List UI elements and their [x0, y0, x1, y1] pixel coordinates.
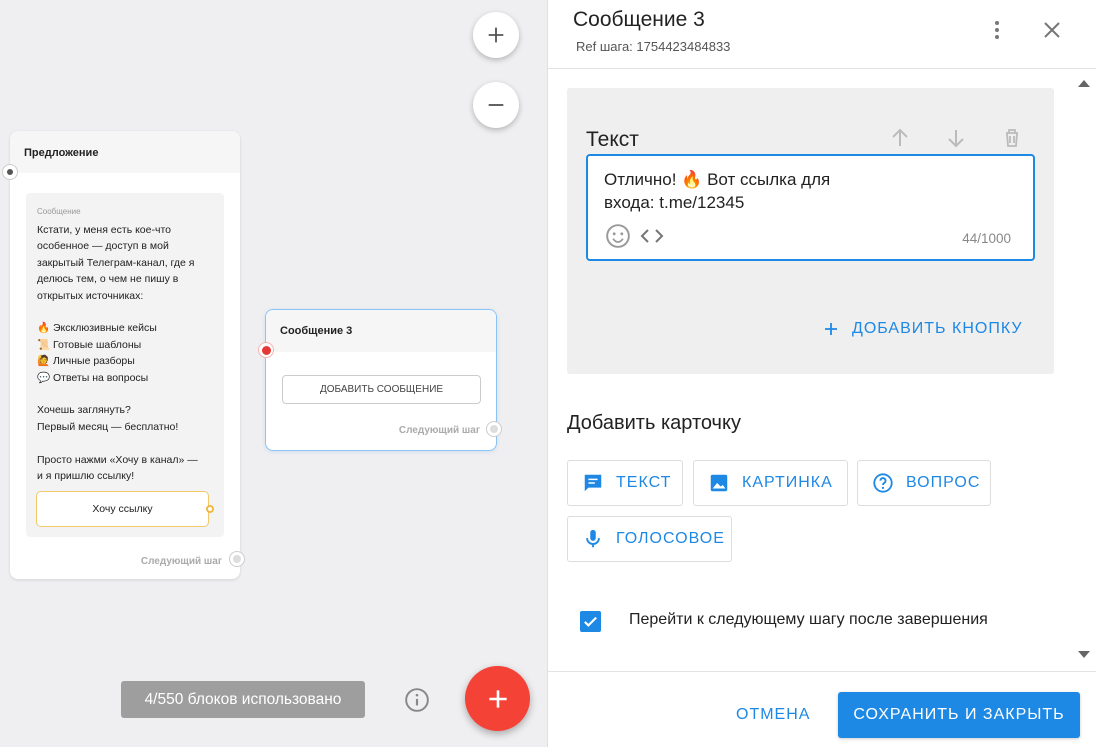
panel-header: Сообщение 3 Ref шага: 1754423484833 [548, 0, 1096, 69]
code-icon[interactable] [640, 225, 664, 247]
add-voice-card-label: ГОЛОСОВОЕ [616, 530, 725, 547]
offer-message-text: Кстати, у меня есть кое-что особенное — … [37, 224, 198, 483]
close-icon[interactable] [1040, 18, 1064, 42]
cancel-button[interactable]: ОТМЕНА [736, 706, 810, 724]
offer-node-title: Предложение [10, 131, 240, 173]
mic-icon [586, 529, 600, 548]
question-icon [873, 473, 893, 493]
plus-icon [825, 323, 837, 335]
offer-node[interactable]: Предложение Сообщение Кстати, у меня ест… [10, 131, 240, 579]
delete-icon[interactable] [1000, 126, 1024, 150]
message3-node[interactable]: Сообщение 3 ДОБАВИТЬ СООБЩЕНИЕ Следующий… [265, 309, 497, 451]
offer-input-connector[interactable] [2, 164, 18, 180]
zoom-out-icon [488, 104, 504, 106]
message3-input-error-connector[interactable] [258, 342, 274, 358]
offer-link-button[interactable]: Хочу ссылку [36, 491, 214, 527]
go-next-checkbox[interactable] [580, 611, 601, 632]
add-block-button[interactable] [465, 666, 530, 731]
add-question-card-label: ВОПРОС [906, 474, 981, 491]
add-message-button[interactable]: ДОБАВИТЬ СООБЩЕНИЕ [282, 375, 481, 404]
add-button-label: ДОБАВИТЬ КНОПКУ [852, 320, 1023, 337]
add-card-title: Добавить карточку [567, 412, 741, 434]
scroll-up-icon[interactable] [1077, 78, 1091, 88]
info-icon[interactable] [404, 687, 430, 713]
offer-message-block[interactable]: Сообщение Кстати, у меня есть кое-что ос… [26, 193, 224, 537]
save-and-close-button[interactable]: СОХРАНИТЬ И ЗАКРЫТЬ [838, 692, 1080, 738]
panel-footer: ОТМЕНА СОХРАНИТЬ И ЗАКРЫТЬ [548, 671, 1096, 747]
step-ref: Ref шага: 1754423484833 [576, 39, 731, 54]
panel-title: Сообщение 3 [573, 8, 705, 31]
text-editor-value[interactable]: Отлично! 🔥 Вот ссылка для входа: t.me/12… [604, 168, 904, 214]
move-up-icon[interactable] [888, 126, 912, 150]
add-text-card-button[interactable]: ТЕКСТ [567, 460, 683, 506]
more-vert-icon[interactable] [985, 18, 1009, 42]
char-counter: 44/1000 [962, 231, 1011, 246]
text-card: Текст Отлично! 🔥 Вот ссылка для входа: t… [567, 88, 1054, 374]
image-icon [710, 474, 728, 492]
flow-canvas[interactable]: Предложение Сообщение Кстати, у меня ест… [0, 0, 547, 747]
offer-output-connector[interactable] [229, 551, 245, 567]
move-down-icon[interactable] [944, 126, 968, 150]
go-next-label[interactable]: Перейти к следующему шагу после завершен… [629, 611, 988, 629]
blocks-used-badge: 4/550 блоков использовано [121, 681, 365, 718]
scroll-down-icon[interactable] [1077, 650, 1091, 660]
panel-scroll-area[interactable]: Текст Отлично! 🔥 Вот ссылка для входа: t… [548, 70, 1096, 670]
text-editor[interactable]: Отлично! 🔥 Вот ссылка для входа: t.me/12… [586, 154, 1035, 261]
message3-node-title: Сообщение 3 [266, 310, 496, 352]
offer-link-button-label: Хочу ссылку [92, 503, 153, 515]
add-voice-card-button[interactable]: ГОЛОСОВОЕ [567, 516, 732, 562]
emoji-icon[interactable] [605, 223, 631, 249]
zoom-in-button[interactable] [473, 12, 519, 58]
message-icon [584, 474, 602, 492]
message3-output-connector[interactable] [486, 421, 502, 437]
zoom-in-icon [488, 27, 504, 43]
offer-message-caption: Сообщение [37, 207, 81, 216]
add-image-card-button[interactable]: КАРТИНКА [693, 460, 848, 506]
check-icon [584, 616, 597, 627]
add-question-card-button[interactable]: ВОПРОС [857, 460, 991, 506]
zoom-out-button[interactable] [473, 82, 519, 128]
offer-next-step-label: Следующий шаг [140, 556, 222, 567]
text-card-title: Текст [586, 128, 639, 151]
add-button-link[interactable]: ДОБАВИТЬ КНОПКУ [822, 320, 1022, 338]
add-icon [488, 689, 507, 708]
offer-link-connector[interactable] [206, 505, 214, 513]
message3-next-step-label: Следующий шаг [398, 425, 480, 436]
step-editor-panel: Сообщение 3 Ref шага: 1754423484833 Текс… [547, 0, 1096, 747]
add-text-card-label: ТЕКСТ [616, 474, 672, 491]
add-image-card-label: КАРТИНКА [742, 474, 833, 491]
